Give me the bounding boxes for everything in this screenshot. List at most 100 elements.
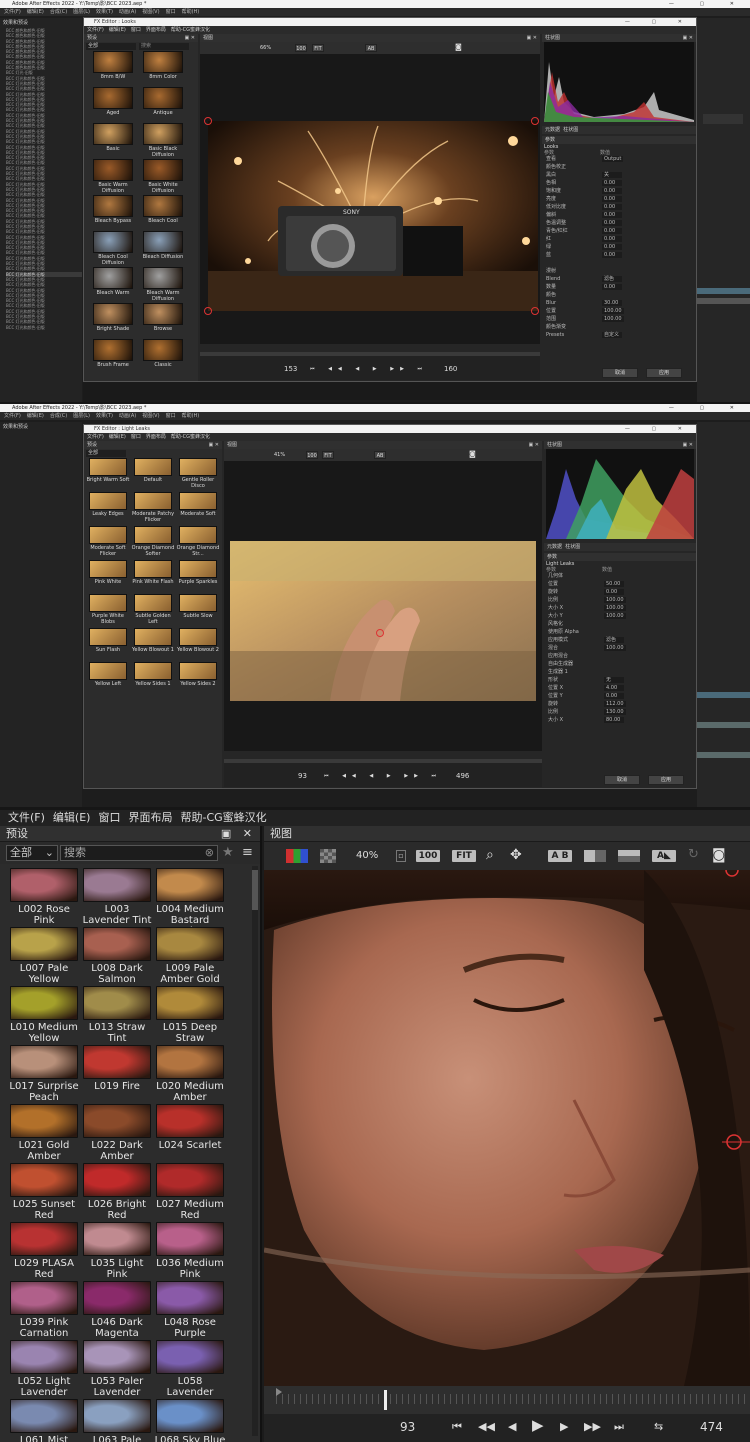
param-row[interactable]: 数量 0.00 bbox=[546, 284, 692, 290]
preset-tile[interactable]: L063 Pale Blue bbox=[81, 1399, 153, 1442]
preset-tile[interactable]: L058 Lavender bbox=[154, 1340, 226, 1398]
preset-tile[interactable]: Gentle Roller Disco bbox=[176, 458, 220, 489]
preset-tile[interactable]: L015 Deep Straw bbox=[154, 986, 226, 1044]
param-row[interactable]: 自由生成器 bbox=[548, 661, 694, 667]
cancel-button[interactable]: 取消 bbox=[604, 775, 640, 785]
ae-menu-help[interactable]: 帮助(H) bbox=[182, 413, 200, 419]
param-row[interactable]: 漫射 bbox=[546, 268, 692, 274]
preset-tile[interactable]: Aged bbox=[90, 87, 136, 116]
param-row[interactable]: 形状 无 bbox=[548, 677, 694, 683]
preset-tile[interactable]: L021 Gold Amber bbox=[8, 1104, 80, 1162]
param-row[interactable]: 位置 50.00 bbox=[548, 581, 694, 587]
step-forward-icon[interactable]: ▶▶ bbox=[584, 1420, 601, 1434]
param-value[interactable]: Output bbox=[602, 156, 624, 162]
close-icon[interactable]: ▣ ✕ bbox=[528, 441, 539, 449]
param-row[interactable]: 范围 100.00 bbox=[546, 316, 692, 322]
param-row[interactable]: 饱和度 0.00 bbox=[546, 188, 692, 194]
param-value[interactable]: 100.00 bbox=[604, 645, 626, 651]
param-row[interactable]: 蓝 0.00 bbox=[546, 252, 692, 258]
param-row[interactable]: 低对比度 0.00 bbox=[546, 204, 692, 210]
ae-menu-file[interactable]: 文件(F) bbox=[4, 413, 21, 419]
tab-metadata[interactable]: 元数据 bbox=[547, 544, 562, 550]
param-row[interactable]: 比例 130.00 bbox=[548, 709, 694, 715]
param-value[interactable]: 0.00 bbox=[604, 589, 624, 595]
preset-tile[interactable]: L025 Sunset Red bbox=[8, 1163, 80, 1221]
preset-tile[interactable]: Orange Diamond Str... bbox=[176, 526, 220, 557]
btn-100[interactable]: 100 bbox=[306, 451, 318, 459]
preset-tile[interactable]: L003 Lavender Tint bbox=[81, 868, 153, 926]
btn-ab[interactable]: AB bbox=[365, 44, 377, 52]
close-icon[interactable]: ▣ ✕ bbox=[682, 34, 693, 42]
preset-tile[interactable]: L052 Light Lavender bbox=[8, 1340, 80, 1398]
btn-ab[interactable]: A B bbox=[548, 850, 572, 862]
preset-tile[interactable]: L027 Medium Red bbox=[154, 1163, 226, 1221]
preview-canvas[interactable] bbox=[264, 870, 750, 1386]
param-value[interactable]: 100.00 bbox=[604, 605, 626, 611]
param-value[interactable]: 0.00 bbox=[602, 204, 622, 210]
transport-controls[interactable]: ⏮ ◀◀ ◀ ▶ ▶▶ ⏭ bbox=[324, 773, 442, 779]
preset-tile[interactable]: Basic Warm Diffusion bbox=[90, 159, 136, 194]
param-row[interactable]: 颜色校正 bbox=[546, 164, 692, 170]
play-reverse-icon[interactable]: ◀ bbox=[508, 1420, 516, 1434]
preset-tile[interactable]: Antique bbox=[140, 87, 186, 116]
ae-menu-comp[interactable]: 合成(C) bbox=[50, 413, 67, 419]
preset-tile[interactable]: Browse bbox=[140, 303, 186, 332]
ae-menu-help[interactable]: 帮助(H) bbox=[182, 9, 200, 15]
close-icon[interactable]: ▣ ✕ bbox=[526, 34, 537, 42]
fx-menu-edit[interactable]: 编辑(E) bbox=[109, 27, 126, 33]
preset-tile[interactable]: Basic Black Diffusion bbox=[140, 123, 186, 158]
corner-handle[interactable] bbox=[531, 307, 539, 315]
menu-icon[interactable]: ≡ bbox=[242, 845, 253, 860]
param-row[interactable]: 青色/红红 0.00 bbox=[546, 228, 692, 234]
preset-tile[interactable]: Yellow Blowout 1 bbox=[131, 628, 175, 653]
preset-tile[interactable]: Purple Sparkles bbox=[176, 560, 220, 585]
filter-select[interactable]: 全部 bbox=[86, 43, 136, 50]
param-row[interactable]: 生成器 1 bbox=[548, 669, 694, 675]
step-back-icon[interactable]: ◀◀ bbox=[478, 1420, 495, 1434]
tab-histogram[interactable]: 柱状图 bbox=[565, 544, 580, 550]
fx-menu-edit[interactable]: 编辑(E) bbox=[109, 434, 126, 440]
param-value[interactable]: 0.00 bbox=[602, 188, 622, 194]
preset-tile[interactable]: Purple White Blobs bbox=[86, 594, 130, 625]
menu-layout[interactable]: 界面布局 bbox=[128, 811, 172, 824]
split-view-icon[interactable] bbox=[584, 850, 606, 862]
param-row[interactable]: 风格化 bbox=[548, 621, 694, 627]
fx-menu-layout[interactable]: 界面布局 bbox=[146, 27, 166, 33]
preset-tile[interactable]: L008 Dark Salmon bbox=[81, 927, 153, 985]
preset-tile[interactable]: Bleach Diffusion bbox=[140, 231, 186, 260]
fx-menu-file[interactable]: 文件(F) bbox=[87, 27, 104, 33]
param-row[interactable]: 位置 X 4.00 bbox=[548, 685, 694, 691]
menu-edit[interactable]: 编辑(E) bbox=[53, 811, 91, 824]
btn-fit[interactable]: FIT bbox=[312, 44, 324, 52]
param-row[interactable]: 大小 X 80.00 bbox=[548, 717, 694, 723]
playhead[interactable] bbox=[384, 1390, 387, 1410]
clear-icon[interactable]: ⊗ bbox=[205, 846, 214, 860]
corner-handle[interactable] bbox=[204, 307, 212, 315]
ae-menu-edit[interactable]: 编辑(E) bbox=[27, 413, 44, 419]
preset-tile[interactable]: L007 Pale Yellow bbox=[8, 927, 80, 985]
preset-tile[interactable]: Brush Frame bbox=[90, 339, 136, 368]
split-horizontal-icon[interactable] bbox=[618, 850, 640, 862]
preset-tile[interactable]: Yellow Blowout 2 bbox=[176, 628, 220, 653]
param-value[interactable]: 30.00 bbox=[602, 300, 622, 306]
menu-window[interactable]: 窗口 bbox=[98, 811, 120, 824]
param-row[interactable]: 应用混合 bbox=[548, 653, 694, 659]
param-row[interactable]: 几何体 bbox=[548, 573, 694, 579]
param-value[interactable]: 滤色 bbox=[602, 276, 622, 282]
go-to-start-icon[interactable]: ⏮ bbox=[452, 1420, 462, 1434]
ae-menu-effect[interactable]: 效果(T) bbox=[96, 413, 113, 419]
param-row[interactable]: 色相 0.00 bbox=[546, 180, 692, 186]
corner-handle[interactable] bbox=[204, 117, 212, 125]
sync-icon[interactable]: ↻ bbox=[688, 848, 699, 862]
ae-menu-layer[interactable]: 图层(L) bbox=[73, 413, 90, 419]
scrollbar-thumb[interactable] bbox=[252, 870, 258, 910]
fx-window-controls[interactable]: — ▢ ✕ bbox=[625, 18, 692, 26]
ae-menu-file[interactable]: 文件(F) bbox=[4, 9, 21, 15]
preset-tile[interactable]: L053 Paler Lavender bbox=[81, 1340, 153, 1398]
preset-tile[interactable]: Default bbox=[131, 458, 175, 483]
param-value[interactable]: 100.00 bbox=[602, 316, 624, 322]
param-value[interactable]: 0.00 bbox=[602, 252, 622, 258]
param-value[interactable]: 112.00 bbox=[604, 701, 626, 707]
param-value[interactable]: 50.00 bbox=[604, 581, 624, 587]
preset-tile[interactable]: Basic bbox=[90, 123, 136, 152]
